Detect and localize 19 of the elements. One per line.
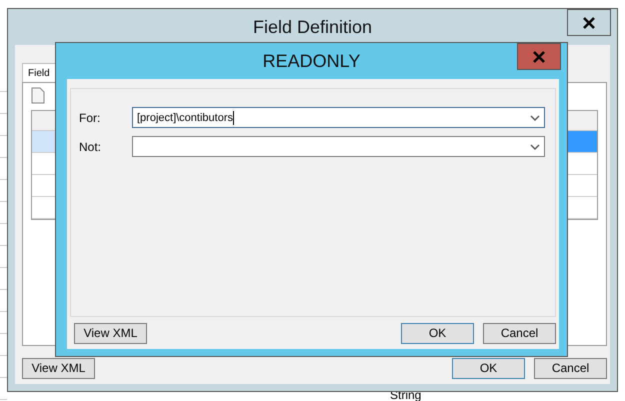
close-icon [532, 50, 546, 62]
new-document-icon [31, 87, 45, 104]
tab[interactable]: Field [22, 63, 56, 82]
close-icon [582, 16, 596, 28]
dialog-button[interactable]: Cancel [534, 358, 607, 378]
field-label: Not: [79, 140, 102, 154]
dialog-button[interactable]: View XML [74, 322, 147, 344]
field-label: For: [79, 110, 102, 124]
dialog-title: READONLY [262, 50, 360, 72]
chevron-down-icon [530, 114, 540, 120]
close-button[interactable] [567, 9, 611, 36]
dialog-button[interactable]: View XML [22, 358, 95, 378]
window-title: Field Definition [252, 16, 372, 38]
combo-box[interactable] [132, 136, 545, 157]
ok-button[interactable]: OK [401, 322, 474, 344]
combo-box[interactable]: [project]\contibutors [132, 107, 545, 128]
ok-button[interactable]: OK [452, 358, 525, 378]
dialog-button[interactable]: Cancel [483, 322, 556, 344]
chevron-down-icon [530, 144, 540, 150]
